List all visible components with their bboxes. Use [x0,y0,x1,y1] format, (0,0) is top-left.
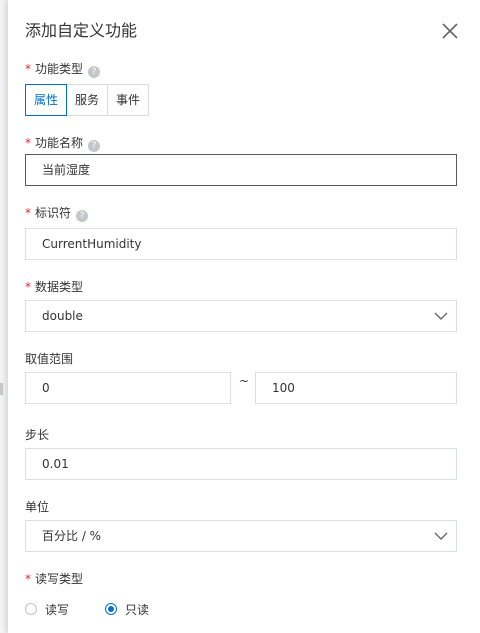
unit-select[interactable]: 百分比 / % [25,520,457,552]
close-icon[interactable] [439,20,461,42]
step-input[interactable]: 0.01 [25,448,457,480]
data-type-select[interactable]: double [25,300,457,332]
radio-circle-checked[interactable] [105,603,117,615]
radio-circle[interactable] [25,603,37,615]
required-mark: * [25,136,31,150]
access-read-write-radio[interactable]: 读写 [25,600,69,618]
function-name-label-text: 功能名称 [35,136,84,150]
function-name-input[interactable]: 当前湿度 [25,154,457,186]
help-icon[interactable]: ? [76,210,89,222]
data-type-label-text: 数据类型 [35,280,84,294]
data-type-label: * 数据类型 [25,279,83,295]
identifier-label-text: 标识符 [35,206,72,220]
access-read-write-label: 读写 [45,602,70,617]
help-icon[interactable]: ? [88,140,101,152]
required-mark: * [25,280,31,294]
step-value: 0.01 [42,457,69,471]
access-read-only-radio[interactable]: 只读 [105,600,149,618]
range-max-value: 100 [272,381,295,395]
range-max-input[interactable]: 100 [255,372,457,404]
data-type-value: double [42,309,83,323]
dialog-title: 添加自定义功能 [25,21,138,40]
function-name-label: * 功能名称? [25,135,101,152]
access-type-label-text: 读写类型 [35,572,84,586]
function-type-event-button[interactable]: 事件 [107,84,150,116]
identifier-input[interactable]: CurrentHumidity [25,228,457,260]
function-type-property-button[interactable]: 属性 [25,84,68,116]
range-label: 取值范围 [25,352,74,366]
access-read-only-label: 只读 [125,602,150,617]
help-icon[interactable]: ? [88,66,101,78]
background-page [0,0,8,633]
identifier-label: * 标识符? [25,205,89,222]
background-handle [0,383,3,395]
function-name-value: 当前湿度 [42,163,91,177]
required-mark: * [25,206,31,220]
function-type-service-button[interactable]: 服务 [66,84,109,116]
identifier-value: CurrentHumidity [42,237,142,251]
range-min-input[interactable]: 0 [25,372,231,404]
function-type-label: * 功能类型? [25,61,101,78]
unit-value: 百分比 / % [42,529,102,543]
function-type-label-text: 功能类型 [35,62,84,76]
range-separator: ~ [239,374,250,388]
required-mark: * [25,572,31,586]
unit-label: 单位 [25,500,50,514]
add-custom-function-dialog: 添加自定义功能 * 功能类型? 属性 服务 事件 * 功能名称? 当前湿度 * 标识符… [8,0,480,633]
required-mark: * [25,62,31,76]
chevron-down-icon [434,312,448,320]
function-type-selector: 属性 服务 事件 [25,84,150,116]
chevron-down-icon [434,532,448,540]
range-min-value: 0 [42,381,50,395]
access-type-label: * 读写类型 [25,571,83,587]
step-label: 步长 [25,428,50,442]
